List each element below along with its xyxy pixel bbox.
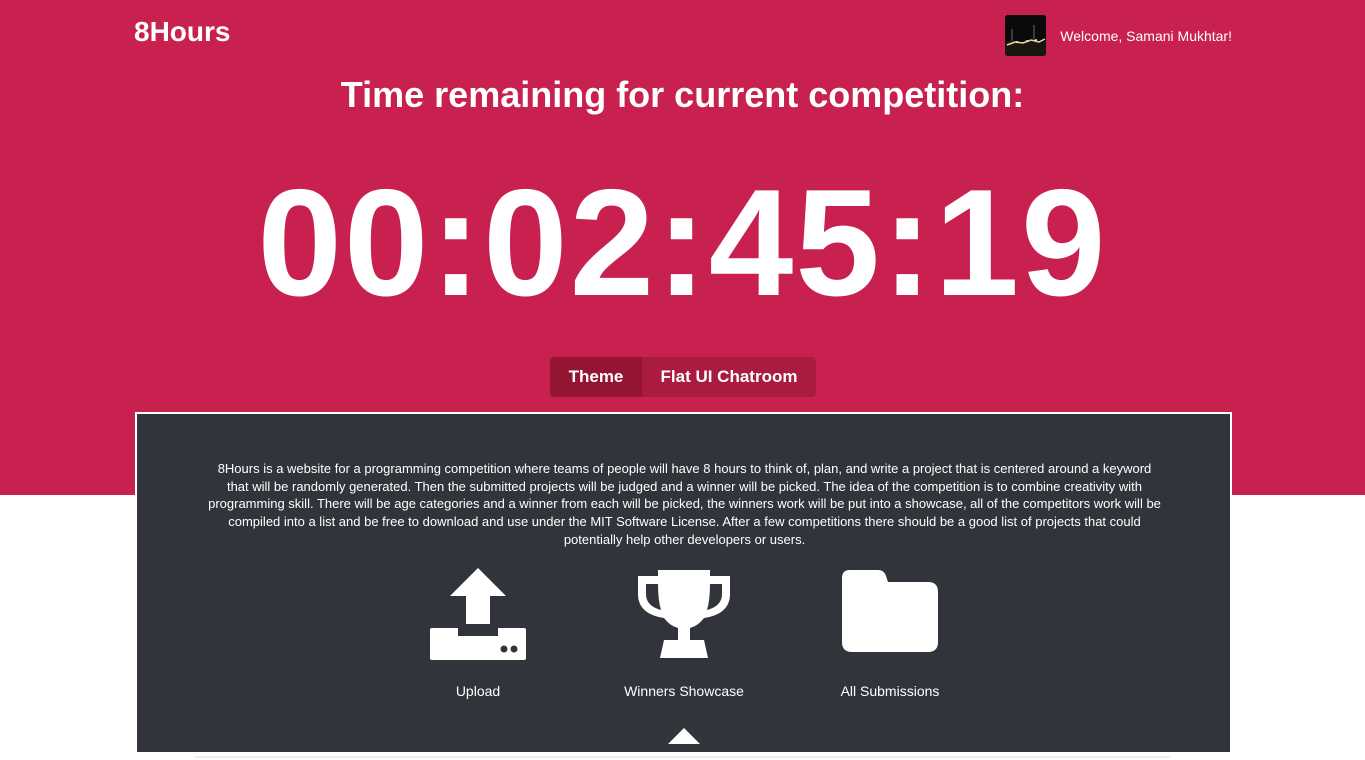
welcome-text: Welcome, Samani Mukhtar! — [1060, 27, 1232, 44]
brand-logo[interactable]: 8Hours — [134, 16, 230, 48]
tab-flat-ui-chatroom[interactable]: Flat UI Chatroom — [642, 357, 816, 397]
trophy-icon — [634, 564, 734, 664]
avatar[interactable] — [1005, 15, 1047, 56]
tab-bar: Theme Flat UI Chatroom — [550, 357, 816, 397]
page-title: Time remaining for current competition: — [340, 74, 1025, 115]
all-submissions-label: All Submissions — [840, 683, 940, 699]
all-submissions-button[interactable]: All Submissions — [805, 564, 975, 699]
info-panel: 8Hours is a website for a programming co… — [135, 412, 1232, 752]
upload-label: Upload — [455, 683, 501, 699]
winners-showcase-button[interactable]: Winners Showcase — [599, 564, 769, 699]
countdown-timer: 00:02:45:19 — [257, 158, 1108, 328]
winners-showcase-label: Winners Showcase — [624, 683, 744, 699]
competition-description: 8Hours is a website for a programming co… — [208, 461, 1161, 547]
tab-theme[interactable]: Theme — [550, 357, 642, 397]
panel-pointer — [668, 728, 700, 744]
user-menu[interactable]: Welcome, Samani Mukhtar! — [1005, 15, 1232, 56]
folder-icon — [840, 564, 940, 664]
divider — [195, 756, 1170, 758]
upload-icon — [428, 564, 528, 664]
upload-button[interactable]: Upload — [393, 564, 563, 699]
